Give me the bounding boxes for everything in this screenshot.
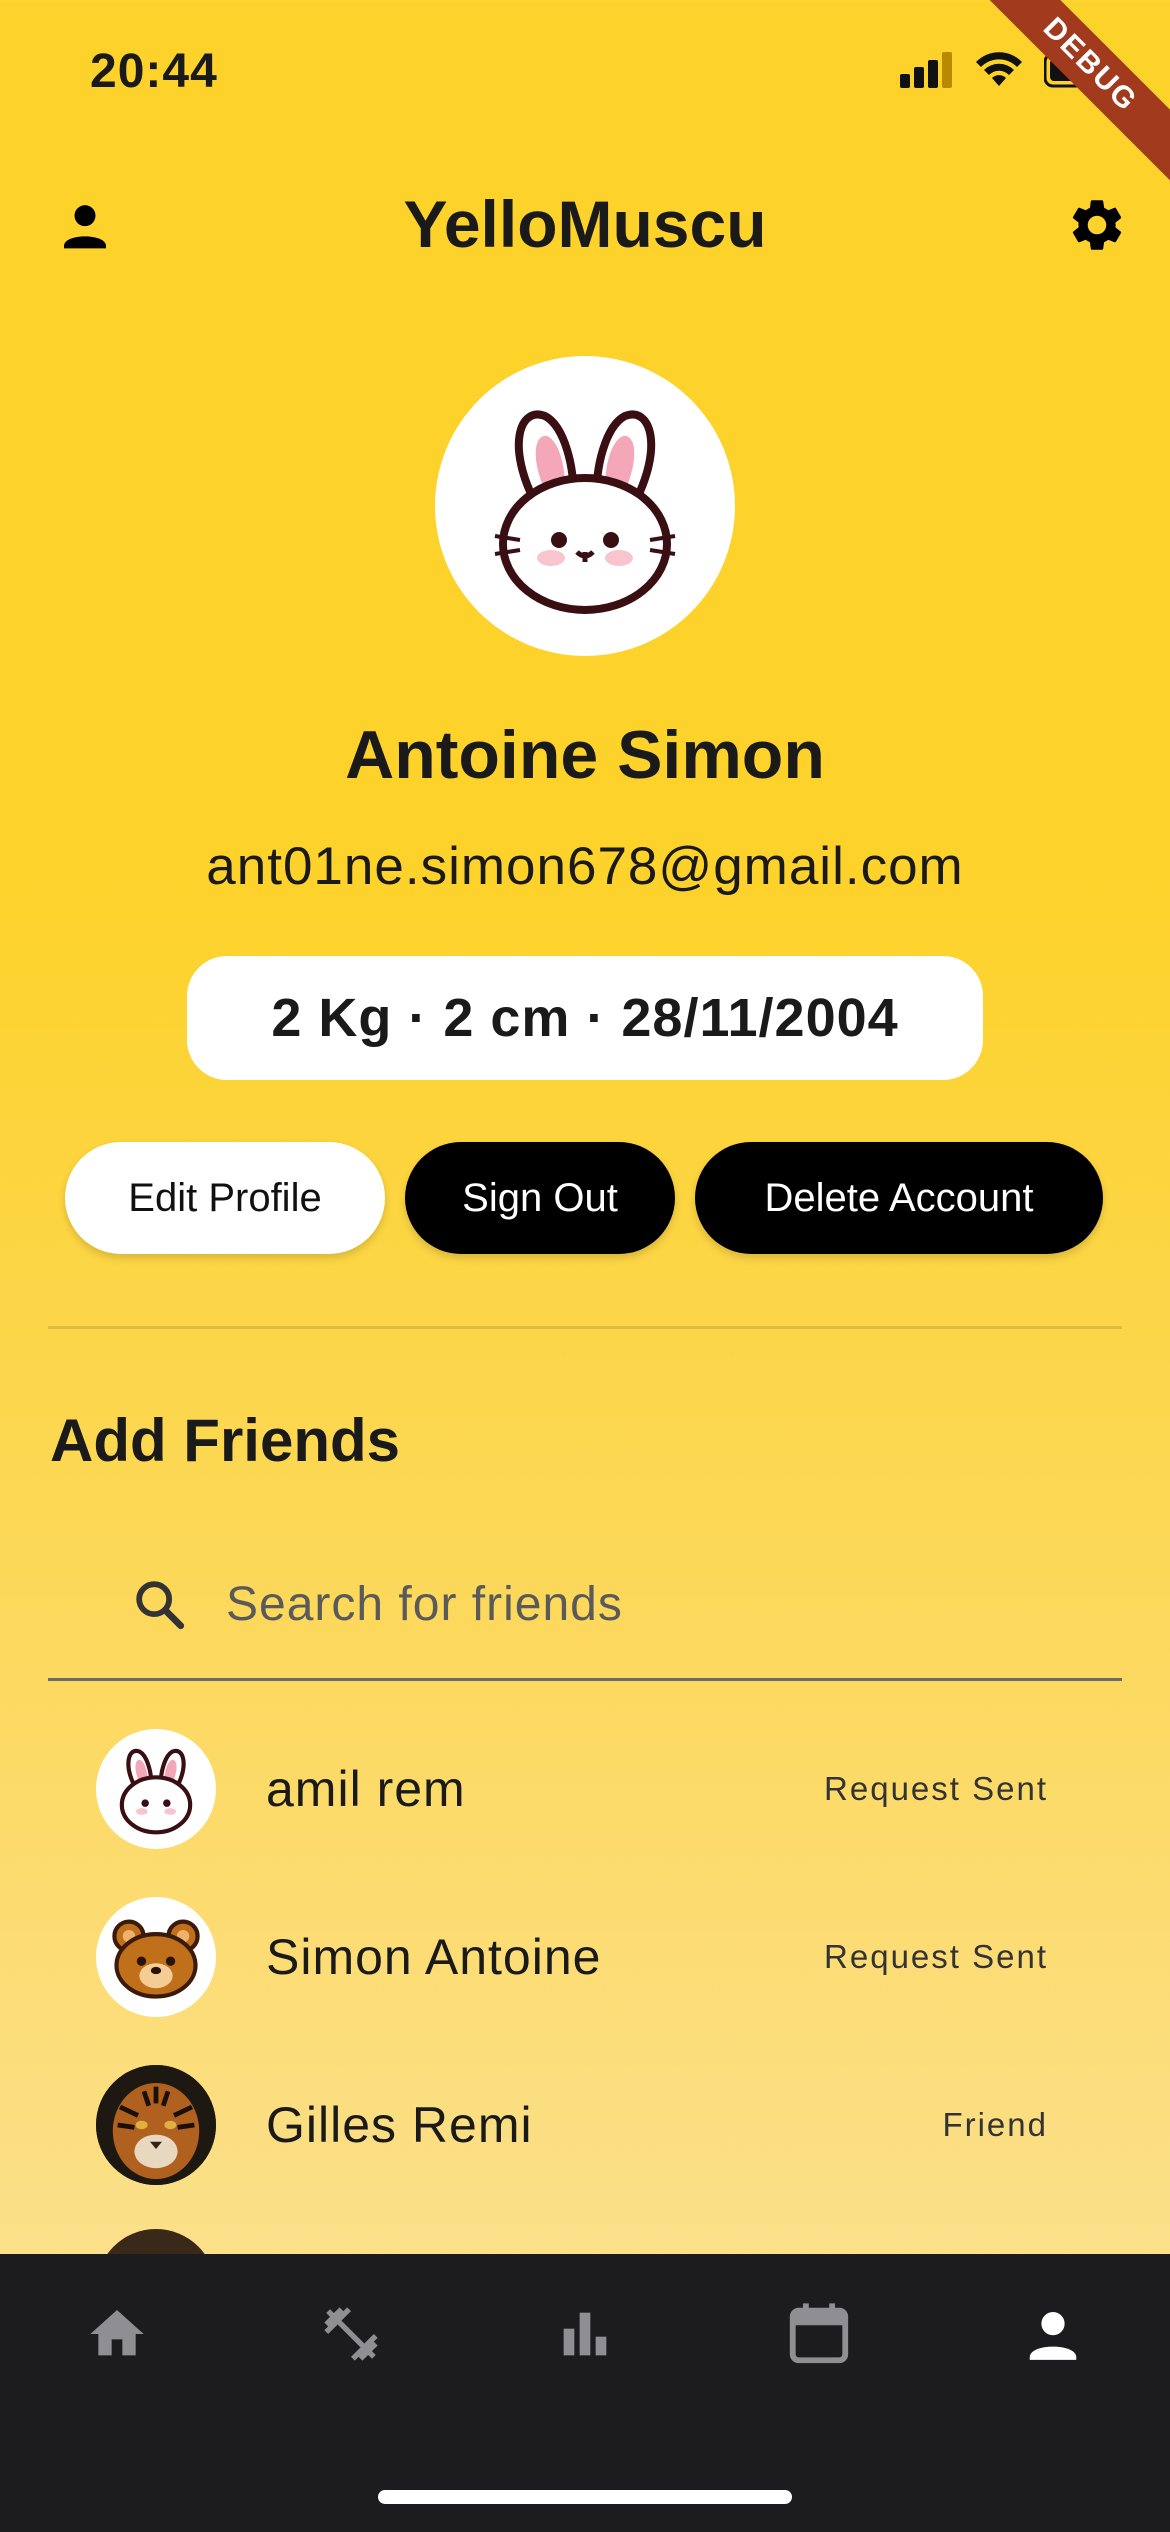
friend-avatar — [96, 1729, 216, 1849]
bunny-avatar-icon — [119, 1748, 193, 1835]
search-icon-wrap — [88, 1575, 188, 1633]
friend-avatar — [96, 2065, 216, 2185]
search-icon — [136, 1581, 185, 1630]
section-title: Add Friends — [50, 1407, 401, 1474]
settings-button[interactable] — [1042, 170, 1152, 280]
friend-name: Simon Antoine — [266, 1929, 602, 1985]
friend-name: amil rem — [266, 1761, 466, 1817]
bar-chart-icon — [563, 2312, 607, 2356]
edit-profile-button[interactable]: Edit Profile — [65, 1142, 385, 1254]
tiger-avatar-icon — [96, 2065, 216, 2185]
divider — [48, 1326, 1122, 1329]
nav-calendar[interactable] — [702, 2254, 936, 2414]
tiger-avatar-icon — [96, 2229, 216, 2254]
nav-workout[interactable] — [234, 2254, 468, 2414]
bunny-avatar-icon — [494, 410, 676, 614]
signal-icon — [900, 52, 952, 88]
friend-name: Gilles Remi — [266, 2097, 533, 2153]
search-input[interactable] — [224, 1575, 1028, 1633]
home-indicator — [378, 2490, 792, 2504]
nav-home[interactable] — [0, 2254, 234, 2414]
person-icon — [1029, 2312, 1077, 2360]
nav-profile[interactable] — [936, 2254, 1170, 2414]
status-time: 20:44 — [90, 45, 218, 98]
sign-out-button[interactable]: Sign Out — [405, 1142, 675, 1254]
search-bar — [48, 1530, 1122, 1681]
profile-name: Antoine Simon — [345, 717, 825, 793]
friend-status: Request Sent — [824, 1770, 1048, 1807]
calendar-icon — [789, 2303, 849, 2364]
delete-account-button[interactable]: Delete Account — [695, 1142, 1103, 1254]
friend-status: Friend — [942, 2106, 1048, 2143]
gear-icon — [1072, 200, 1122, 250]
friend-list-item[interactable]: amil rem Request Sent — [48, 1705, 1122, 1873]
friend-avatar-partial — [96, 2229, 216, 2254]
profile-stats: 2 Kg · 2 cm · 28/11/2004 — [187, 956, 983, 1080]
profile-email: ant01ne.simon678@gmail.com — [206, 837, 964, 896]
app-title: YelloMuscu — [403, 187, 767, 261]
nav-stats[interactable] — [468, 2254, 702, 2414]
wifi-icon — [976, 52, 1022, 86]
friend-avatar — [96, 1897, 216, 2017]
friend-list-item[interactable]: Simon Antoine Request Sent — [48, 1873, 1122, 2041]
debug-ribbon: DEBUG — [966, 0, 1170, 189]
home-icon — [90, 2310, 144, 2356]
friend-list-item[interactable]: Gilles Remi Friend — [48, 2041, 1122, 2209]
profile-avatar — [435, 356, 735, 656]
friend-status: Request Sent — [824, 1938, 1048, 1975]
bear-avatar-icon — [112, 1919, 200, 1999]
dumbbell-icon — [324, 2307, 378, 2361]
